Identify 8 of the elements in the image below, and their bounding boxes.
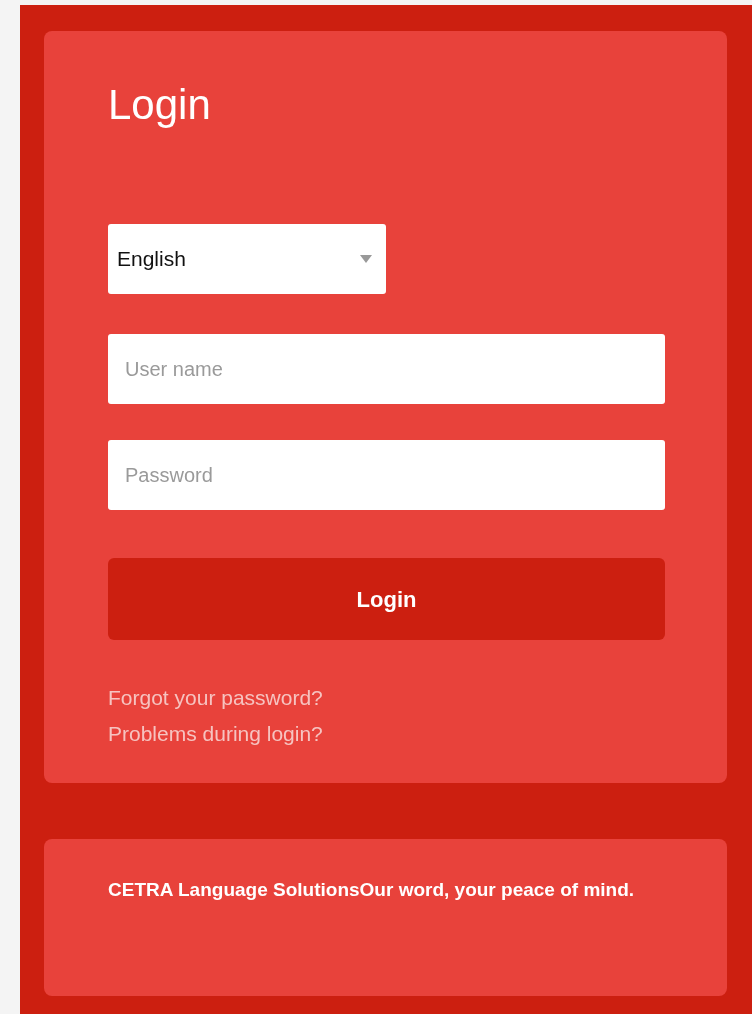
language-value: English	[117, 246, 186, 273]
username-field[interactable]: User name	[108, 334, 665, 404]
login-button[interactable]: Login	[108, 558, 665, 640]
dropdown-caret-icon	[360, 255, 372, 263]
footer-text: CETRA Language SolutionsOur word, your peace of mind.	[108, 878, 636, 902]
login-title: Login	[108, 81, 211, 129]
password-field[interactable]: Password	[108, 440, 665, 510]
language-select[interactable]: English	[108, 224, 386, 294]
